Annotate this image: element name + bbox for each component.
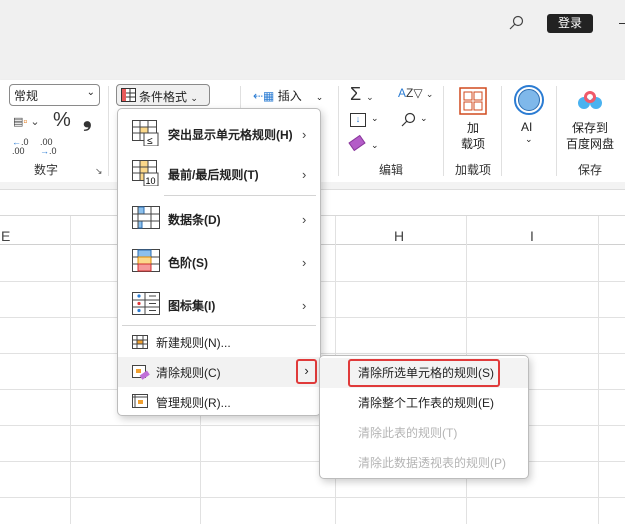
decrease-decimal-icon[interactable]: .00 →.0 [40,138,57,156]
number-format-select[interactable]: 常规 ⌄ [9,84,100,106]
baidu-netdisk-icon[interactable] [578,91,604,111]
color-scales-icon [132,249,160,272]
comma-style-button[interactable]: ❟ [83,106,92,132]
currency-format-icon[interactable]: ▤▫ ⌄ [13,115,40,128]
submenu-item-clear-this-table: 清除此表的规则(T) [358,426,458,440]
chevron-down-icon: ⌄ [371,140,379,150]
number-format-value: 常规 [14,89,39,103]
menu-item-new-rule[interactable]: 新建规则(N)... [118,327,320,357]
submenu-item-clear-pivot-table: 清除此数据透视表的规则(P) [358,456,506,470]
insert-label: 插入 [277,89,302,103]
chevron-right-icon[interactable]: › [296,359,317,384]
svg-text:≤: ≤ [147,136,153,146]
clear-rules-submenu: 清除所选单元格的规则(S) 清除整个工作表的规则(E) 清除此表的规则(T) 清… [319,355,529,479]
ai-button[interactable]: AI [521,120,532,134]
manage-rules-icon [132,394,148,408]
chevron-right-icon: › [302,126,307,142]
submenu-item-clear-selected-cells[interactable]: 清除所选单元格的规则(S) [320,358,528,388]
edit-group-label: 编辑 [379,163,404,177]
minimize-icon[interactable] [619,23,625,24]
sort-filter-icon[interactable]: AZ▽ ⌄ [398,86,433,100]
ai-icon[interactable] [514,85,544,115]
highlight-cells-icon: ≤ [132,120,159,146]
chevron-down-icon: ⌄ [371,113,379,123]
chevron-down-icon: ⌄ [525,134,533,144]
title-bar: 登录 [0,0,625,80]
save-group-label: 保存 [578,163,603,177]
column-header-e[interactable]: E [1,228,10,244]
column-header-h[interactable]: H [394,228,404,244]
menu-item-icon-sets[interactable]: 图标集(I) › [118,284,320,327]
chevron-right-icon: › [302,166,307,182]
insert-cells-icon: ⇠▦ [253,89,275,103]
dialog-launcher-icon[interactable]: ↘ [95,166,103,177]
chevron-down-icon: ⌄ [190,93,198,103]
menu-item-highlight-cells-rules[interactable]: ≤ 突出显示单元格规则(H) › [118,114,320,154]
number-group-label: 数字 [34,163,59,177]
increase-decimal-icon[interactable]: ←.0.00 [12,138,29,156]
conditional-format-icon [121,88,136,102]
percent-button[interactable]: % [53,109,71,132]
menu-item-data-bars[interactable]: 数据条(D) › [118,198,320,241]
new-rule-icon [132,335,148,349]
conditional-formatting-menu: ≤ 突出显示单元格规则(H) › 10 最前/最后规则(T) › 数据条(D) › 色… [117,108,321,416]
conditional-formatting-label: 条件格式 [139,90,188,104]
menu-item-top-bottom-rules[interactable]: 10 最前/最后规则(T) › [118,154,320,194]
svg-text:10: 10 [146,176,156,186]
chevron-down-icon: ⌄ [315,92,324,102]
menu-item-manage-rules[interactable]: 管理规则(R)... [118,387,320,417]
chevron-down-icon: ⌄ [420,113,428,123]
insert-button[interactable]: ⇠▦ 插入 ⌄ [253,87,323,104]
find-icon[interactable] [400,112,416,128]
chevron-down-icon: ⌄ [86,87,95,98]
column-header-i[interactable]: I [530,228,534,244]
autosum-icon[interactable]: Σ ⌄ [350,84,374,105]
save-to-netdisk-button[interactable]: 保存到 百度网盘 [566,120,614,152]
addins-icon[interactable] [459,87,487,115]
addins-group-label: 加载项 [455,163,492,177]
submenu-item-clear-entire-sheet[interactable]: 清除整个工作表的规则(E) [320,388,528,418]
chevron-right-icon: › [302,212,307,227]
fill-icon[interactable]: ↓ [350,113,366,127]
menu-item-color-scales[interactable]: 色阶(S) › [118,241,320,284]
login-button[interactable]: 登录 [547,14,593,33]
search-icon[interactable] [508,15,524,31]
icon-sets-icon [132,292,160,315]
chevron-right-icon: › [302,255,307,270]
addins-button[interactable]: 加载项 [460,120,486,152]
menu-item-clear-rules[interactable]: 清除规则(C) › [118,357,320,387]
chevron-right-icon: › [302,298,307,313]
conditional-formatting-button[interactable]: 条件格式 ⌄ [116,84,210,106]
data-bars-icon [132,206,160,229]
clear-rules-icon [132,365,150,380]
top-bottom-icon: 10 [132,160,159,186]
